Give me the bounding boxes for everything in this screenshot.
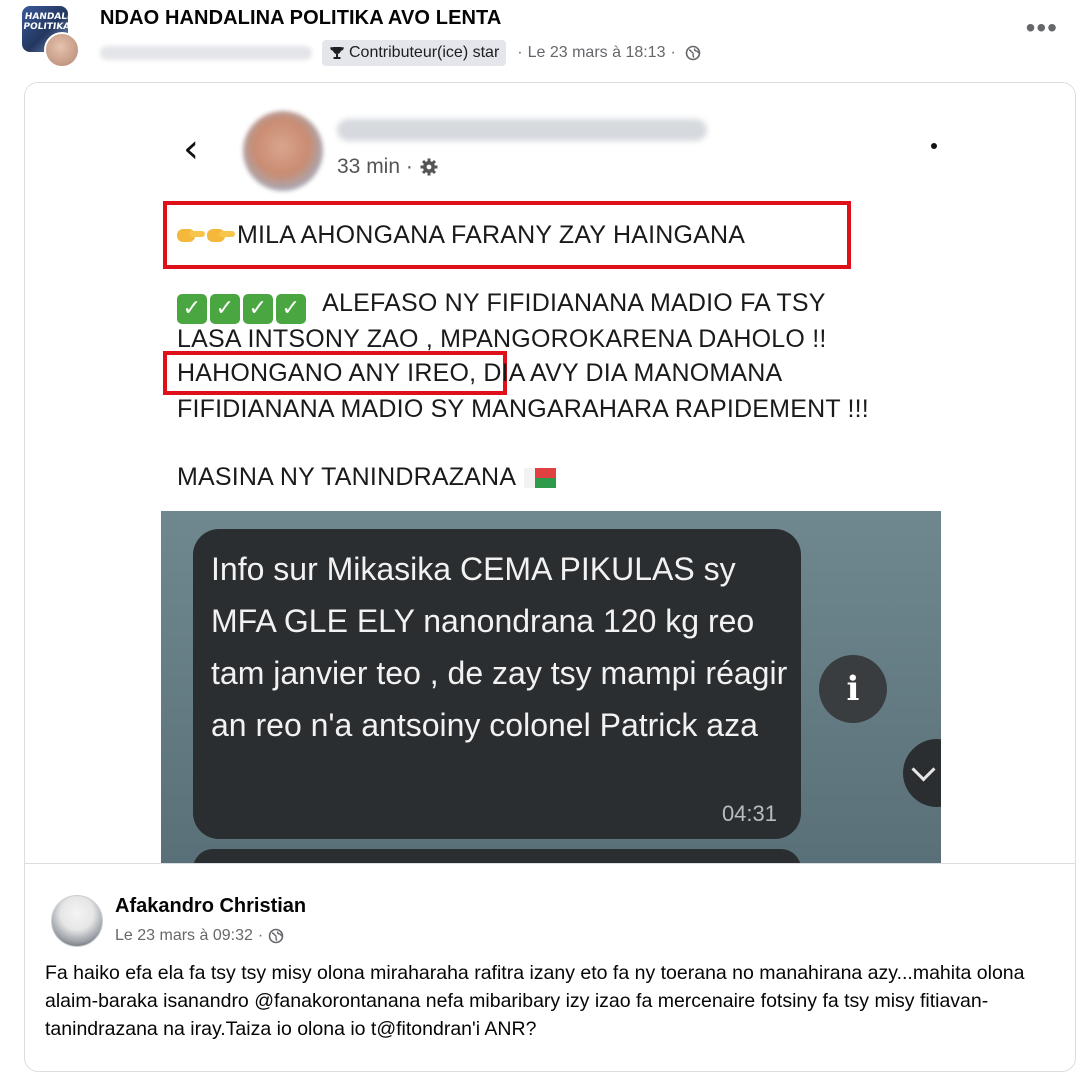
screenshot-avatar-blurred	[243, 111, 323, 191]
body-text-2: LASA INTSONY ZAO , MPANGOROKARENA DAHOLO…	[177, 325, 827, 353]
headline-text: MILA AHONGANA FARANY ZAY HAINGANA	[237, 221, 746, 249]
group-name-link[interactable]: NDAO HANDALINA POLITIKA AVO LENTA	[100, 7, 501, 30]
scroll-down-icon	[903, 739, 941, 807]
more-options-icon[interactable]: •••	[1026, 14, 1058, 42]
group-avatar-lettering: HANDALINA POLITIKA	[22, 12, 68, 32]
info-icon: i	[819, 655, 887, 723]
body-text-3: , DIA AVY DIA MANOMANA	[469, 359, 783, 387]
globe-icon[interactable]	[685, 45, 701, 61]
body-line-3: HAHONGANO ANY IREO, DIA AVY DIA MANOMANA	[177, 359, 782, 388]
pointing-hand-emoji	[207, 226, 235, 244]
check-mark-emoji: ✓	[210, 294, 240, 324]
body-text-4: FIFIDIANANA MADIO SY MANGARAHARA RAPIDEM…	[177, 395, 869, 423]
globe-icon[interactable]	[268, 928, 284, 944]
chat-message-bubble: Info sur Mikasika CEMA PIKULAS sy MFA GL…	[193, 529, 801, 839]
closing-text: MASINA NY TANINDRAZANA	[177, 463, 517, 491]
author-name-blurred[interactable]	[100, 46, 312, 60]
trophy-icon	[330, 47, 344, 59]
original-post-meta: Le 23 mars à 09:32 ·	[115, 927, 284, 945]
post-timestamp[interactable]: Le 23 mars à 18:13	[528, 44, 666, 62]
author-avatar[interactable]	[44, 32, 80, 68]
contributor-badge[interactable]: Contributeur(ice) star	[322, 40, 507, 66]
check-mark-emoji: ✓	[276, 294, 306, 324]
meta-separator: ·	[670, 44, 676, 61]
original-author-name[interactable]: Afakandro Christian	[115, 895, 306, 918]
chat-screenshot: Info sur Mikasika CEMA PIKULAS sy MFA GL…	[161, 511, 941, 863]
settings-gear-icon	[420, 158, 438, 176]
original-post-text: Fa haiko efa ela fa tsy tsy misy olona m…	[45, 962, 1025, 1040]
headline-line: MILA AHONGANA FARANY ZAY HAINGANA	[177, 221, 745, 250]
body-line-4: FIFIDIANANA MADIO SY MANGARAHARA RAPIDEM…	[177, 395, 869, 424]
chat-next-bubble	[193, 849, 801, 863]
back-arrow-icon: ‹	[183, 126, 199, 172]
group-avatar[interactable]: HANDALINA POLITIKA	[22, 6, 80, 68]
body-line-2: LASA INTSONY ZAO , MPANGOROKARENA DAHOLO…	[177, 325, 827, 354]
meta-separator: ·	[257, 927, 264, 944]
post-meta: Contributeur(ice) star · Le 23 mars à 18…	[100, 40, 701, 66]
post-image[interactable]: ‹ 33 min · MILA AHONGANA FARANY ZAY HAIN…	[25, 83, 1075, 863]
madagascar-flag-emoji	[524, 468, 557, 488]
body-text-1: ALEFASO NY FIFIDIANANA MADIO FA TSY	[322, 289, 826, 317]
check-mark-emoji: ✓	[177, 294, 207, 324]
original-author-avatar[interactable]	[51, 895, 103, 947]
chat-message-text: Info sur Mikasika CEMA PIKULAS sy MFA GL…	[211, 551, 788, 743]
card-divider	[25, 863, 1075, 864]
check-mark-emoji: ✓	[243, 294, 273, 324]
screenshot-time: 33 min ·	[337, 155, 439, 179]
chat-message-time: 04:31	[721, 801, 777, 826]
closing-line: MASINA NY TANINDRAZANA	[177, 463, 557, 492]
pointing-hand-emoji	[177, 226, 205, 244]
body-line-1: ✓ ✓ ✓ ✓ ALEFASO NY FIFIDIANANA MADIO FA TSY	[177, 289, 826, 324]
badge-label: Contributeur(ice) star	[349, 44, 500, 61]
screenshot-time-label: 33 min ·	[337, 155, 413, 178]
shared-post-card[interactable]: ‹ 33 min · MILA AHONGANA FARANY ZAY HAIN…	[24, 82, 1076, 1072]
screenshot-menu-icon	[931, 143, 937, 149]
highlighted-phrase: HAHONGANO ANY IREO	[177, 359, 470, 387]
original-post-timestamp[interactable]: Le 23 mars à 09:32	[115, 927, 253, 945]
meta-separator: ·	[517, 44, 523, 61]
screenshot-name-blurred	[337, 119, 707, 141]
